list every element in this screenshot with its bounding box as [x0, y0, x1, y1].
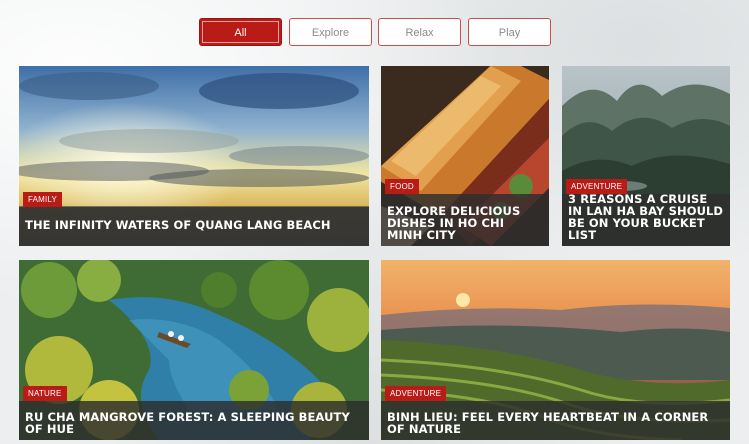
category-badge: FAMILY [23, 192, 63, 207]
category-badge: NATURE [23, 386, 67, 401]
card-title: EXPLORE DELICIOUS DISHES IN HO CHI MINH … [387, 204, 521, 242]
article-card-ru-cha-mangrove[interactable]: NATURE RU CHA MANGROVE FOREST: A SLEEPIN… [19, 260, 369, 440]
filter-play-button[interactable]: Play [468, 18, 551, 46]
filter-relax-button[interactable]: Relax [378, 18, 461, 46]
category-badge: ADVENTURE [385, 386, 447, 401]
card-title: THE INFINITY WATERS OF QUANG LANG BEACH [25, 218, 331, 232]
card-title: 3 REASONS A CRUISE IN LAN HA BAY SHOULD … [568, 192, 724, 242]
card-title: BINH LIEU: FEEL EVERY HEARTBEAT IN A COR… [387, 410, 709, 436]
filter-explore-button[interactable]: Explore [289, 18, 372, 46]
article-card-binh-lieu[interactable]: ADVENTURE BINH LIEU: FEEL EVERY HEARTBEA… [381, 260, 730, 440]
category-filter-bar: All Explore Relax Play [0, 18, 749, 48]
card-title: RU CHA MANGROVE FOREST: A SLEEPING BEAUT… [25, 410, 350, 436]
category-badge: FOOD [385, 179, 419, 194]
filter-all-button[interactable]: All [199, 18, 282, 46]
article-card-ho-chi-minh-food[interactable]: FOOD EXPLORE DELICIOUS DISHES IN HO CHI … [381, 66, 549, 246]
article-card-quang-lang-beach[interactable]: FAMILY THE INFINITY WATERS OF QUANG LANG… [19, 66, 369, 246]
article-card-lan-ha-bay[interactable]: ADVENTURE 3 REASONS A CRUISE IN LAN HA B… [562, 66, 730, 246]
